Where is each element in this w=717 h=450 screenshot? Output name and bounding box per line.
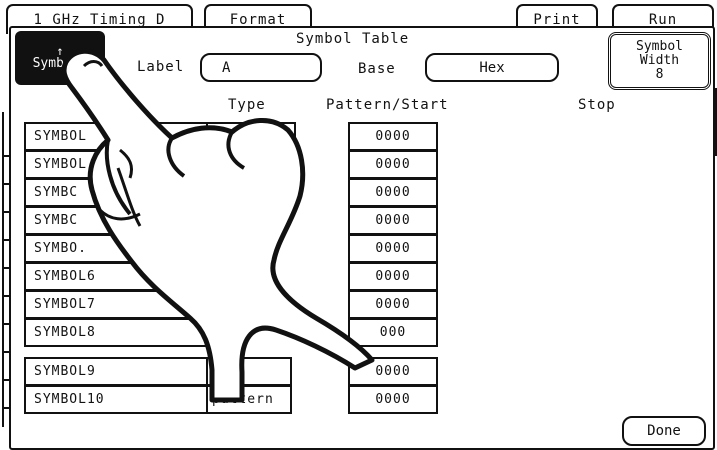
symbol-pattern-cell[interactable]: 0000: [348, 206, 438, 235]
symbols-button[interactable]: ↑ Symbols: [15, 31, 105, 85]
symbol-pattern-cell[interactable]: 0000: [348, 150, 438, 179]
symbol-width-button[interactable]: Symbol Width 8: [608, 32, 711, 90]
symbol-pattern-cell[interactable]: 0000: [348, 357, 438, 386]
symbol-name-cell[interactable]: SYMBOL: [24, 150, 216, 179]
symbol-width-line2: Width: [639, 53, 680, 68]
window-title: Symbol Table: [296, 31, 410, 47]
column-header-type: Type: [228, 97, 266, 113]
symbol-name-cell[interactable]: SYMBOL8: [24, 318, 216, 347]
symbol-width-line1: Symbol: [636, 39, 683, 54]
symbol-name-cell[interactable]: SYMBOL10: [24, 385, 216, 414]
symbol-name-cell[interactable]: SYMBC: [24, 206, 216, 235]
symbol-pattern-cell[interactable]: 0000: [348, 122, 438, 151]
symbol-pattern-cell[interactable]: 0000: [348, 290, 438, 319]
symbol-name-cell[interactable]: SYMBOL6: [24, 262, 216, 291]
symbol-pattern-cell[interactable]: 0000: [348, 262, 438, 291]
symbol-name-cell[interactable]: SYMBOL7: [24, 290, 216, 319]
symbol-pattern-cell[interactable]: 0000: [348, 385, 438, 414]
symbols-button-label: Symbols: [32, 55, 88, 71]
column-header-stop: Stop: [578, 97, 616, 113]
symbol-type-cell[interactable]: ern: [206, 122, 296, 151]
base-caption: Base: [358, 61, 396, 77]
symbol-width-value: 8: [655, 67, 664, 82]
symbol-name-cell[interactable]: SYMBC: [24, 178, 216, 207]
symbol-type-cell[interactable]: p: [206, 357, 292, 386]
label-field[interactable]: A: [200, 53, 322, 82]
symbol-name-cell[interactable]: SYMBOL: [24, 122, 216, 151]
done-button[interactable]: Done: [622, 416, 706, 446]
base-field[interactable]: Hex: [425, 53, 559, 82]
symbol-pattern-cell[interactable]: 0000: [348, 178, 438, 207]
column-header-pattern-start: Pattern/Start: [326, 97, 449, 113]
symbol-pattern-cell[interactable]: 0000: [348, 234, 438, 263]
symbol-name-cell[interactable]: SYMBOL9: [24, 357, 216, 386]
symbol-type-cell[interactable]: pattern: [206, 385, 292, 414]
label-caption: Label: [137, 59, 185, 75]
arrow-up-icon: ↑: [56, 43, 64, 58]
symbol-name-cell[interactable]: SYMBO.: [24, 234, 216, 263]
symbol-pattern-cell[interactable]: 000: [348, 318, 438, 347]
